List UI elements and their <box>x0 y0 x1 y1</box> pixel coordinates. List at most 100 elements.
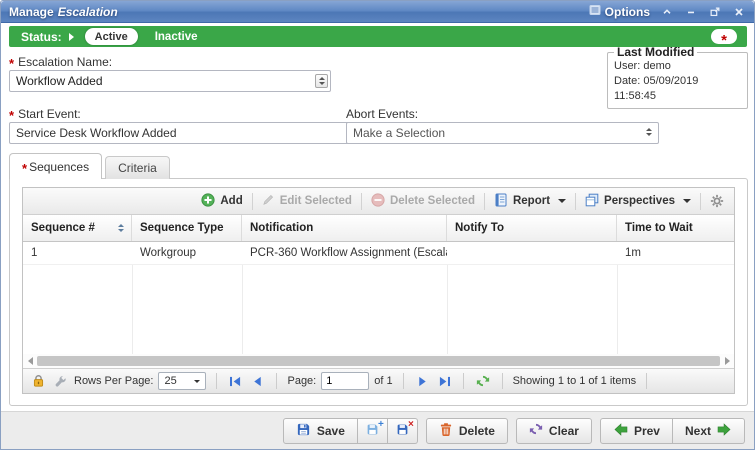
scrollbar-thumb[interactable] <box>37 356 720 366</box>
tab-criteria[interactable]: Criteria <box>105 156 170 179</box>
abort-events-value: Make a Selection <box>353 126 445 140</box>
perspectives-button[interactable]: Perspectives <box>582 193 694 210</box>
cell-time-to-wait: 1m <box>617 242 734 264</box>
page-label: Page: <box>287 375 316 387</box>
plus-overlay-icon <box>378 421 384 429</box>
last-modified-date: Date: 05/09/2019 11:58:45 <box>614 74 741 104</box>
toolbar-separator <box>361 193 362 210</box>
required-asterisk-icon <box>22 166 27 172</box>
delete-button-label: Delete <box>459 424 495 438</box>
escalation-name-label-text: Escalation Name: <box>18 55 112 69</box>
pager-separator <box>276 373 277 389</box>
title-bar-controls: Options <box>589 4 746 19</box>
status-bar: Status: Active Inactive <box>9 26 747 47</box>
start-event-select[interactable]: Service Desk Workflow Added <box>9 122 371 144</box>
toolbar-separator <box>252 193 253 210</box>
window-title-prefix: Manage <box>9 5 54 19</box>
column-header-notify-to[interactable]: Notify To <box>447 215 617 241</box>
column-header-label: Sequence # <box>31 222 95 234</box>
first-page-icon[interactable] <box>227 376 244 387</box>
scroll-right-icon[interactable] <box>722 356 732 366</box>
tab-strip: Sequences Criteria <box>9 153 170 179</box>
window-title-entity: Escalation <box>58 5 118 19</box>
tab-criteria-label: Criteria <box>118 161 157 175</box>
clear-button[interactable]: Clear <box>516 418 592 444</box>
last-page-icon[interactable] <box>436 376 453 387</box>
required-indicator-badge <box>711 29 737 44</box>
close-icon[interactable] <box>731 4 746 19</box>
text-expand-icon[interactable] <box>315 74 328 88</box>
escalation-name-field-wrap <box>9 70 331 92</box>
collapse-icon[interactable] <box>659 4 674 19</box>
popout-icon[interactable] <box>707 4 722 19</box>
minimize-icon[interactable] <box>683 4 698 19</box>
column-header-notification[interactable]: Notification <box>242 215 447 241</box>
column-header-label: Notification <box>250 222 313 234</box>
delete-selected-button[interactable]: Delete Selected <box>368 193 478 210</box>
next-page-icon[interactable] <box>414 376 431 387</box>
status-arrow-icon <box>69 33 74 41</box>
required-asterisk-icon <box>9 61 14 67</box>
save-and-close-button[interactable] <box>388 418 418 444</box>
x-overlay-icon <box>408 421 414 429</box>
report-button[interactable]: Report <box>491 193 569 210</box>
escalation-name-input[interactable] <box>9 70 331 92</box>
save-button[interactable]: Save <box>283 418 358 444</box>
edit-selected-button[interactable]: Edit Selected <box>259 193 355 209</box>
cell-sequence-number: 1 <box>23 242 132 264</box>
lock-icon[interactable] <box>30 374 47 388</box>
rows-per-page-select[interactable]: 25 <box>158 372 206 390</box>
up-down-arrows-icon <box>646 128 652 136</box>
start-event-label-text: Start Event: <box>18 107 81 121</box>
column-header-time-to-wait[interactable]: Time to Wait <box>617 215 734 241</box>
add-button[interactable]: Add <box>198 193 245 210</box>
cell-sequence-type: Workgroup <box>132 242 242 264</box>
page-number-input[interactable] <box>321 372 369 390</box>
save-and-new-button[interactable] <box>358 418 388 444</box>
wrench-icon[interactable] <box>52 375 69 388</box>
scroll-left-icon[interactable] <box>25 356 35 366</box>
options-button[interactable]: Options <box>589 4 650 19</box>
pager-separator <box>403 373 404 389</box>
last-modified-user: User: demo <box>614 59 741 74</box>
save-floppy-plus-icon <box>366 423 379 439</box>
prev-button[interactable]: Prev <box>600 418 673 444</box>
delete-button[interactable]: Delete <box>426 418 508 444</box>
status-active-button[interactable]: Active <box>85 28 138 45</box>
save-button-group: Save <box>283 418 418 444</box>
refresh-icon[interactable] <box>474 374 492 388</box>
rows-per-page-label: Rows Per Page: <box>74 375 153 387</box>
table-row[interactable]: 1 Workgroup PCR-360 Workflow Assignment … <box>23 242 734 265</box>
column-header-sequence-type[interactable]: Sequence Type <box>132 215 242 241</box>
pager-separator <box>502 373 503 389</box>
next-button[interactable]: Next <box>673 418 745 444</box>
tab-sequences[interactable]: Sequences <box>9 153 102 179</box>
grid-header-row: Sequence # Sequence Type Notification No… <box>23 215 734 242</box>
save-floppy-icon <box>296 422 311 440</box>
escalation-name-label: Escalation Name: <box>9 55 112 69</box>
grid-toolbar: Add Edit Selected Delete Selected <box>23 188 734 215</box>
required-asterisk-icon <box>9 113 14 119</box>
rows-per-page-value: 25 <box>164 375 176 387</box>
column-header-sequence-number[interactable]: Sequence # <box>23 215 132 241</box>
abort-events-select[interactable]: Make a Selection <box>346 122 659 144</box>
column-header-label: Sequence Type <box>140 222 224 234</box>
chevron-down-icon <box>683 199 691 203</box>
cell-notify-to <box>447 242 617 264</box>
next-button-label: Next <box>685 424 711 438</box>
toolbar-separator <box>484 193 485 210</box>
sort-icon[interactable] <box>118 224 124 232</box>
status-inactive-button[interactable]: Inactive <box>155 31 198 43</box>
window-title: Manage Escalation <box>9 5 118 19</box>
pager-separator <box>646 373 647 389</box>
manage-escalation-window: ManageEscalation Options Sta <box>0 0 755 450</box>
page-of-label: of 1 <box>374 375 392 387</box>
prev-next-button-group: Prev Next <box>600 418 745 444</box>
options-list-icon <box>589 4 601 19</box>
grid-settings-gear-icon[interactable] <box>707 194 727 208</box>
green-right-arrow-icon <box>717 423 732 439</box>
tab-sequences-label: Sequences <box>29 160 89 174</box>
required-asterisk-icon <box>721 38 727 44</box>
green-left-arrow-icon <box>613 423 628 439</box>
prev-page-icon[interactable] <box>249 376 266 387</box>
